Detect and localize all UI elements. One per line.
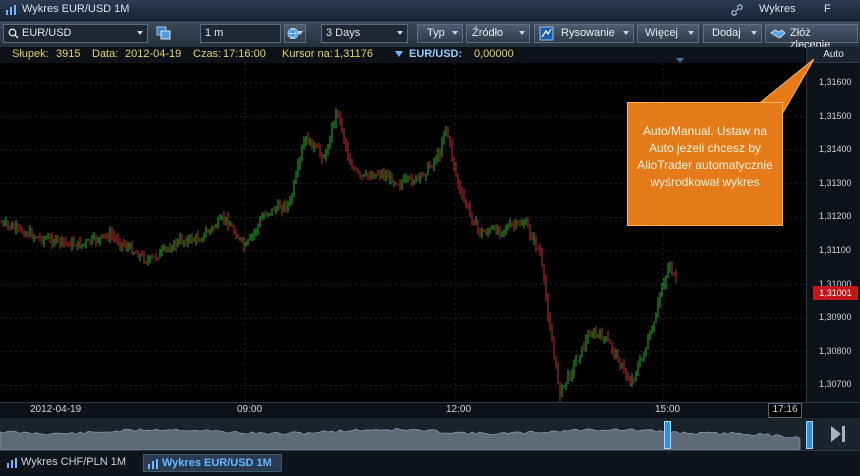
candlestick-series — [1, 108, 677, 402]
search-icon — [8, 28, 19, 39]
range-select[interactable]: 3 Days — [321, 24, 408, 43]
y-tick-label: 1,31300 — [819, 177, 852, 188]
chevron-down-icon — [519, 31, 525, 35]
rysowanie-button[interactable]: Rysowanie — [534, 24, 634, 43]
auto-label: Auto — [823, 49, 844, 60]
collapse-triangle-icon[interactable] — [395, 51, 403, 57]
data-value: 2012-04-19 — [125, 48, 182, 60]
drawing-icon — [539, 26, 554, 41]
chevron-down-icon — [688, 31, 694, 35]
current-price-tag: 1,31001 — [813, 286, 858, 300]
chevron-down-icon — [751, 31, 757, 35]
chart-app-icon — [6, 5, 16, 15]
pair-value: 0,00000 — [474, 48, 514, 60]
link-icon[interactable] — [730, 3, 744, 17]
chart-tab-icon — [148, 459, 158, 469]
chevron-down-icon — [397, 31, 403, 35]
czas-label: Czas: — [193, 48, 222, 60]
help-callout: Auto/Manual. Ustaw na Auto jeżeli chcesz… — [627, 102, 783, 226]
y-tick-label: 1,30700 — [819, 379, 852, 390]
window-title: Wykres EUR/USD 1M — [22, 3, 130, 15]
symbol-select[interactable]: EUR/USD — [3, 24, 148, 43]
callout-text: Auto/Manual. Ustaw na Auto jeżeli chcesz… — [637, 124, 773, 189]
interval-value: 1 m — [205, 27, 224, 39]
toolbar: EUR/USD 1 m 3 Days Typ Źródło Rysowanie … — [0, 21, 860, 51]
slupek-value: 3915 — [56, 48, 81, 60]
chevron-down-icon — [297, 31, 303, 35]
navigator-left-handle[interactable] — [664, 421, 671, 449]
chevron-down-icon — [137, 31, 143, 35]
dodaj-button[interactable]: Dodaj — [703, 24, 762, 43]
y-tick-label: 1,30800 — [819, 345, 852, 356]
chevron-down-icon — [452, 31, 458, 35]
chart-tab-icon — [7, 458, 17, 468]
cursor-info-bar: Słupek: 3915 Data: 2012-04-19 Czas: 17:1… — [0, 47, 805, 64]
data-label: Data: — [92, 48, 119, 60]
kursor-label: Kursor na: — [282, 48, 333, 60]
layers-icon[interactable] — [156, 26, 172, 41]
x-tick-label: 09:00 — [237, 404, 263, 415]
dodaj-label: Dodaj — [712, 27, 741, 39]
y-tick-label: 1,31200 — [819, 211, 852, 222]
kursor-value: 1,31176 — [334, 48, 373, 60]
time-axis[interactable]: 2012-04-19 09:00 12:00 15:00 17:16 — [0, 402, 860, 418]
czas-value: 17:16:00 — [223, 48, 266, 60]
chevron-down-icon — [623, 31, 629, 35]
typ-label: Typ — [427, 27, 445, 39]
pair-label: EUR/USD: — [409, 48, 463, 60]
place-order-button[interactable]: Złóż zlecenie — [765, 24, 858, 51]
zrodlo-button[interactable]: Źródło — [466, 24, 530, 43]
interval-input[interactable]: 1 m — [200, 24, 281, 43]
chart-navigator[interactable] — [0, 418, 860, 450]
y-tick-label: 1,31600 — [819, 77, 852, 87]
f-button[interactable]: F — [824, 3, 831, 15]
y-tick-label: 1,31500 — [819, 110, 852, 121]
tab-label: Wykres CHF/PLN 1M — [21, 456, 127, 468]
range-value: 3 Days — [326, 27, 361, 39]
tab-eur-usd[interactable]: Wykres EUR/USD 1M — [143, 454, 282, 472]
slupek-label: Słupek: — [12, 48, 49, 60]
wiecej-button[interactable]: Więcej — [637, 24, 699, 43]
x-tick-label: 15:00 — [655, 404, 681, 415]
handshake-icon — [770, 29, 786, 39]
rysowanie-label: Rysowanie — [561, 27, 615, 39]
globe-button[interactable] — [284, 24, 306, 43]
symbol-value: EUR/USD — [22, 27, 72, 39]
tab-chf-pln[interactable]: Wykres CHF/PLN 1M — [3, 454, 137, 472]
typ-button[interactable]: Typ — [417, 24, 463, 43]
x-tick-label: 12:00 — [446, 404, 472, 415]
wiecej-label: Więcej — [645, 27, 679, 39]
tab-bar: Wykres CHF/PLN 1M Wykres EUR/USD 1M — [0, 450, 860, 476]
y-tick-label: 1,31400 — [819, 144, 852, 155]
x-tick-label: 2012-04-19 — [30, 404, 82, 415]
navigator-overview — [0, 418, 820, 450]
y-tick-label: 1,31100 — [819, 245, 851, 255]
cursor-time-label: 17:16 — [768, 403, 802, 418]
jump-to-end-icon[interactable] — [829, 425, 847, 443]
window-menu-label[interactable]: Wykres — [759, 3, 796, 15]
title-bar: Wykres EUR/USD 1M Wykres F — [0, 0, 860, 21]
tab-label: Wykres EUR/USD 1M — [162, 457, 272, 469]
navigator-right-handle[interactable] — [806, 421, 813, 449]
zrodlo-label: Źródło — [472, 27, 504, 39]
y-tick-label: 1,30900 — [819, 312, 852, 323]
